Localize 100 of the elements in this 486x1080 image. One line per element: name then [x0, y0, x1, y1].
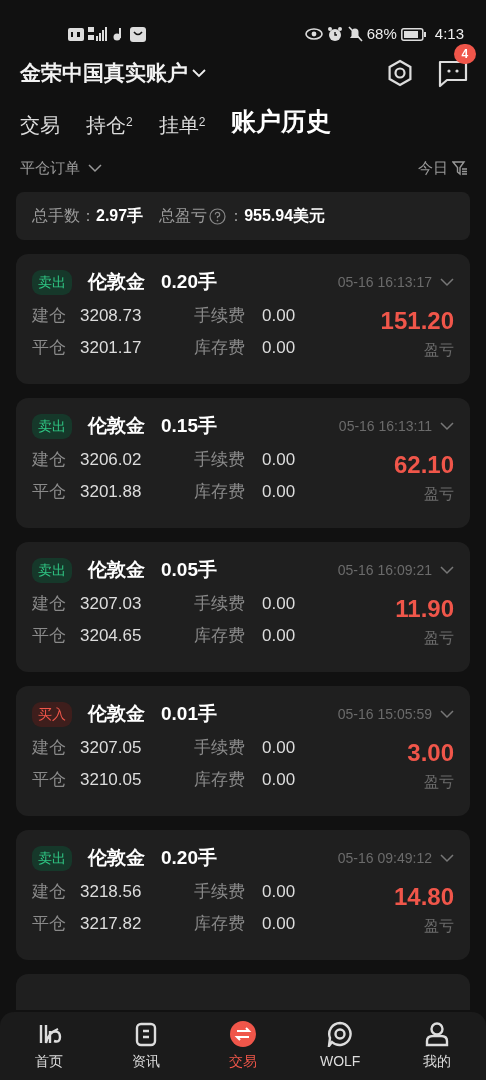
- nav-tab[interactable]: 交易: [207, 1020, 278, 1072]
- field-value: 3206.02: [80, 449, 143, 472]
- tab[interactable]: 持仓$^{2}$: [86, 110, 133, 140]
- nav-tab[interactable]: 资讯: [110, 1020, 181, 1072]
- side-tag: 卖出: [32, 413, 72, 439]
- profit-label: 盈亏: [424, 771, 454, 792]
- chevron-down-icon: [440, 421, 454, 431]
- bell-muted-icon: [346, 26, 363, 42]
- field-label: 平仓: [32, 624, 67, 647]
- field-value: 0.00: [262, 305, 297, 328]
- symbol-name: 伦敦金: [88, 558, 145, 582]
- order-type-dropdown[interactable]: 平仓订单: [20, 156, 102, 180]
- field-value: 0.00: [262, 593, 297, 616]
- lot-size: 0.05手: [161, 558, 217, 582]
- lot-size: 0.20手: [161, 846, 217, 870]
- order-card[interactable]: 买入 伦敦金 0.01手 05-16 15:05:59 建仓 3207.05 手续费 0.00 平仓 3210.05 库存费 0.00 3.00 盈亏: [16, 686, 470, 816]
- order-card[interactable]: 卖出 伦敦金 0.20手 05-16 09:49:12 建仓 3218.56 手续费 0.00 平仓 3217.82 库存费 0.00 14.80 盈亏: [16, 830, 470, 960]
- tab[interactable]: 账户历史: [231, 102, 332, 140]
- field-value: 3204.65: [80, 624, 143, 647]
- field-label: 库存费: [194, 768, 246, 791]
- lot-size: 0.15手: [161, 414, 217, 438]
- chevron-down-icon: [440, 565, 454, 575]
- symbol-name: 伦敦金: [88, 846, 145, 870]
- profit-label: 盈亏: [424, 483, 454, 504]
- field-value: 3201.88: [80, 480, 143, 503]
- profit-value: 151.20: [380, 305, 454, 336]
- field-label: 手续费: [194, 593, 246, 616]
- field-label: 建仓: [32, 881, 67, 904]
- field-value: 3217.82: [80, 912, 143, 935]
- tab[interactable]: 挂单$^{2}$: [158, 110, 206, 140]
- close-time: 05-16 16:09:21: [337, 560, 432, 580]
- signal-icon: [88, 27, 108, 41]
- field-value: 3208.73: [80, 305, 143, 328]
- field-label: 手续费: [194, 881, 246, 904]
- field-label: 平仓: [32, 912, 67, 935]
- field-value: 3207.05: [80, 737, 143, 760]
- exchange-icon: [229, 1020, 256, 1047]
- summary-value: 955.94美元: [244, 206, 326, 226]
- field-label: 库存费: [194, 624, 246, 647]
- bag-icon: [130, 26, 146, 42]
- profit-label: 盈亏: [424, 915, 454, 936]
- order-card[interactable]: 卖出 伦敦金 0.15手 05-16 16:13:11 建仓 3206.02 手续费 0.00 平仓 3201.88 库存费 0.00 62.10 盈亏: [16, 398, 470, 528]
- chat-icon: [327, 1020, 354, 1047]
- field-value: 0.00: [262, 336, 297, 359]
- field-label: 手续费: [194, 737, 246, 760]
- profit-value: 14.80: [393, 881, 454, 912]
- profit-value: 3.00: [407, 737, 454, 768]
- summary-value: 2.97手: [96, 206, 144, 226]
- profit-value: 62.10: [393, 449, 454, 480]
- lot-size: 0.20手: [161, 270, 217, 294]
- symbol-name: 伦敦金: [88, 702, 145, 726]
- lot-size: 0.01手: [161, 702, 217, 726]
- message-icon: [438, 58, 468, 88]
- field-label: 建仓: [32, 593, 67, 616]
- field-value: 3218.56: [80, 881, 143, 904]
- nav-tab[interactable]: WOLF: [305, 1020, 376, 1072]
- field-value: 0.00: [262, 737, 297, 760]
- chevron-down-icon: [192, 68, 206, 78]
- summary-label: 总手数：: [32, 206, 96, 226]
- order-card[interactable]: 卖出 伦敦金 0.05手 05-16 16:09:21 建仓 3207.03 手续费 0.00 平仓 3204.65 库存费 0.00 11.90 盈亏: [16, 542, 470, 672]
- field-value: 0.00: [262, 449, 297, 472]
- symbol-name: 伦敦金: [88, 414, 145, 438]
- close-time: 05-16 16:13:11: [338, 416, 432, 436]
- order-card[interactable]: 卖出 伦敦金 0.20手 05-16 16:13:17 建仓 3208.73 手续费 0.00 平仓 3201.17 库存费 0.00 151.20 盈亏: [16, 254, 470, 384]
- message-count-badge: 4: [453, 44, 476, 65]
- field-value: 3207.03: [80, 593, 143, 616]
- field-label: 库存费: [194, 336, 246, 359]
- field-label: 建仓: [32, 737, 67, 760]
- field-label: 库存费: [194, 480, 246, 503]
- field-label: 手续费: [194, 449, 246, 472]
- chevron-down-icon: [440, 709, 454, 719]
- settings-icon: [386, 59, 414, 87]
- side-tag: 卖出: [32, 557, 72, 583]
- clock-time: 4:13: [434, 23, 464, 44]
- date-filter-button[interactable]: 今日: [418, 156, 448, 180]
- close-time: 05-16 09:49:12: [337, 848, 432, 868]
- close-time: 05-16 15:05:59: [337, 704, 432, 724]
- summary-label: ：: [228, 206, 245, 226]
- account-dropdown[interactable]: 金荣中国真实账户: [20, 57, 206, 89]
- help-icon: [209, 207, 227, 225]
- field-label: 手续费: [194, 305, 246, 328]
- chevron-down-icon: [440, 277, 454, 287]
- field-value: 0.00: [262, 624, 297, 647]
- tab[interactable]: 交易: [20, 110, 60, 140]
- user-icon: [424, 1020, 451, 1047]
- nav-tab[interactable]: 首页: [13, 1020, 84, 1072]
- filter-icon: [452, 160, 468, 176]
- symbol-name: 伦敦金: [88, 270, 145, 294]
- nav-tab[interactable]: 我的: [402, 1020, 473, 1072]
- side-tag: 卖出: [32, 845, 72, 871]
- field-value: 3201.17: [80, 336, 143, 359]
- field-label: 库存费: [194, 912, 246, 935]
- side-tag: 卖出: [32, 269, 72, 295]
- profit-label: 盈亏: [424, 339, 454, 360]
- field-value: 3210.05: [80, 768, 143, 791]
- field-value: 0.00: [262, 912, 297, 935]
- side-tag: 买入: [32, 701, 72, 727]
- profit-value: 11.90: [395, 593, 454, 624]
- battery-icon: [400, 27, 427, 41]
- field-value: 0.00: [262, 881, 297, 904]
